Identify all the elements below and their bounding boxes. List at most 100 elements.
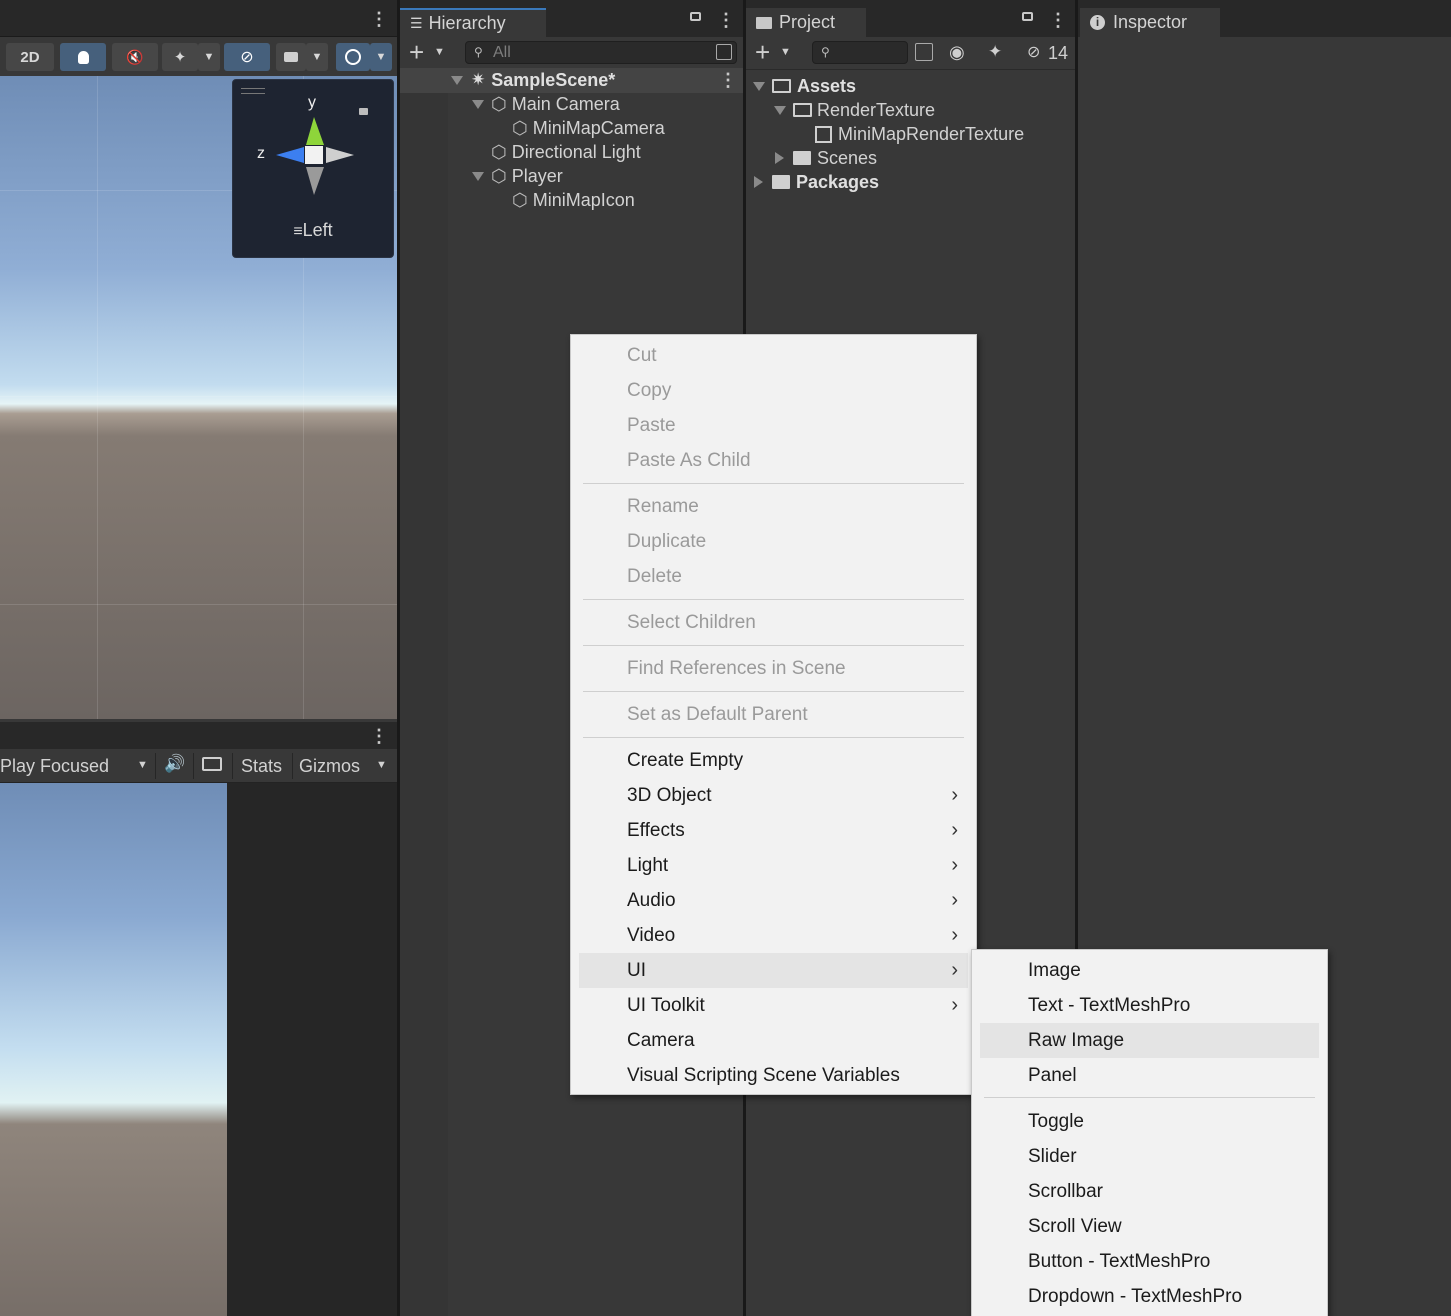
expand-arrow-icon[interactable] <box>472 171 484 181</box>
more-options-icon[interactable]: ⋮ <box>717 10 735 31</box>
expand-arrow-icon[interactable] <box>753 81 765 91</box>
unity-scene-icon: ✷ <box>471 70 486 89</box>
project-tree-item[interactable]: MiniMapRenderTexture <box>815 122 1024 146</box>
more-options-icon[interactable]: ⋮ <box>370 726 388 747</box>
collapse-arrow-icon[interactable] <box>754 176 763 188</box>
hidden-objects-toggle-button[interactable]: ⊘ <box>224 43 270 71</box>
hierarchy-item[interactable]: ⬡ MiniMapCamera <box>512 116 665 140</box>
expand-arrow-icon[interactable] <box>472 99 484 109</box>
project-tree-item[interactable]: Assets <box>753 74 856 98</box>
hierarchy-item[interactable]: ⬡ MiniMapIcon <box>512 188 635 212</box>
add-icon[interactable]: + <box>409 37 424 68</box>
2d-toggle-button[interactable]: 2D <box>6 43 54 71</box>
effects-dropdown-button[interactable]: ▼ <box>198 43 220 71</box>
menu-item-audio[interactable]: Audio › <box>579 883 968 918</box>
expand-arrow-icon[interactable] <box>774 105 786 115</box>
menu-item-paste[interactable]: Paste <box>579 408 968 443</box>
search-icon: ⚲ <box>474 45 483 59</box>
project-tree-item[interactable]: Scenes <box>775 146 877 170</box>
hierarchy-item[interactable]: ⬡ Directional Light <box>491 140 641 164</box>
menu-item-3d-object[interactable]: 3D Object › <box>579 778 968 813</box>
menu-item-ui-toolkit[interactable]: UI Toolkit › <box>579 988 968 1023</box>
toolbar-divider <box>193 753 194 779</box>
tab-hierarchy[interactable]: ☰ Hierarchy <box>400 8 546 37</box>
menu-item-button-textmeshpro[interactable]: Button - TextMeshPro <box>980 1244 1319 1279</box>
collapse-arrow-icon[interactable] <box>775 152 784 164</box>
menu-item-scrollbar[interactable]: Scrollbar <box>980 1174 1319 1209</box>
expand-arrow-icon[interactable] <box>451 75 463 85</box>
lock-icon[interactable] <box>359 108 368 115</box>
audio-toggle-button[interactable]: 🔇 <box>112 43 158 71</box>
menu-item-delete[interactable]: Delete <box>579 559 968 594</box>
hierarchy-search-input[interactable]: ⚲ All <box>465 41 737 64</box>
camera-settings-button[interactable] <box>276 43 306 71</box>
menu-item-copy[interactable]: Copy <box>579 373 968 408</box>
search-by-label-icon[interactable]: ✦ <box>988 42 1002 62</box>
submenu-arrow-icon: › <box>951 784 958 806</box>
play-mode-dropdown-arrow-icon[interactable]: ▼ <box>137 759 148 771</box>
hierarchy-item[interactable]: ⬡ Main Camera <box>472 92 620 116</box>
project-tree-item[interactable]: Packages <box>754 170 879 194</box>
stats-button[interactable]: Stats <box>241 756 282 777</box>
more-options-icon[interactable]: ⋮ <box>1049 10 1067 31</box>
menu-item-video[interactable]: Video › <box>579 918 968 953</box>
expand-search-icon[interactable] <box>716 44 732 60</box>
orientation-gizmo[interactable]: y z ≡Left <box>232 79 394 258</box>
effects-toggle-button[interactable]: ✦ <box>162 43 198 71</box>
submenu-arrow-icon: › <box>951 819 958 841</box>
menu-item-image[interactable]: Image <box>980 953 1319 988</box>
menu-item-camera[interactable]: Camera <box>579 1023 968 1058</box>
hierarchy-item[interactable]: ⬡ Player <box>472 164 563 188</box>
scene-row[interactable]: ✷ SampleScene* <box>451 68 615 92</box>
lighting-toggle-button[interactable] <box>60 43 106 71</box>
tab-project[interactable]: Project <box>746 8 866 37</box>
more-options-icon[interactable]: ⋮ <box>370 10 388 28</box>
menu-item-panel[interactable]: Panel <box>980 1058 1319 1093</box>
menu-item-light[interactable]: Light › <box>579 848 968 883</box>
add-icon[interactable]: + <box>755 37 770 68</box>
search-by-type-icon[interactable]: ◉ <box>949 42 965 63</box>
gizmo-view-label[interactable]: ≡Left <box>233 220 393 241</box>
menu-item-toggle[interactable]: Toggle <box>980 1104 1319 1139</box>
lock-icon[interactable] <box>690 12 701 21</box>
project-tree-item[interactable]: RenderTexture <box>774 98 935 122</box>
menu-item-dropdown-textmeshpro[interactable]: Dropdown - TextMeshPro <box>980 1279 1319 1314</box>
menu-item-text-textmeshpro[interactable]: Text - TextMeshPro <box>980 988 1319 1023</box>
menu-item-paste-as-child[interactable]: Paste As Child <box>579 443 968 478</box>
expand-search-icon[interactable] <box>915 43 933 61</box>
gizmos-dropdown-button[interactable]: ▼ <box>370 43 392 71</box>
menu-item-rename[interactable]: Rename <box>579 489 968 524</box>
axis-arrows-icon[interactable] <box>273 114 357 198</box>
drag-handle-icon[interactable] <box>241 88 265 94</box>
camera-dropdown-button[interactable]: ▼ <box>306 43 328 71</box>
tab-project-label: Project <box>779 12 836 32</box>
tab-inspector[interactable]: i Inspector <box>1080 8 1220 37</box>
toolbar-divider <box>232 753 233 779</box>
menu-item-effects[interactable]: Effects › <box>579 813 968 848</box>
scene-more-options-icon[interactable]: ⋮ <box>719 70 737 91</box>
add-dropdown-arrow-icon[interactable]: ▼ <box>780 46 791 58</box>
gizmos-toggle-button[interactable] <box>336 43 370 71</box>
keyboard-icon[interactable] <box>202 757 222 771</box>
game-viewport[interactable] <box>0 783 227 1316</box>
menu-item-set-default-parent[interactable]: Set as Default Parent <box>579 697 968 732</box>
project-search-input[interactable]: ⚲ <box>812 41 908 64</box>
add-dropdown-arrow-icon[interactable]: ▼ <box>434 46 445 58</box>
menu-item-duplicate[interactable]: Duplicate <box>579 524 968 559</box>
menu-item-raw-image[interactable]: Raw Image <box>980 1023 1319 1058</box>
menu-item-select-children[interactable]: Select Children <box>579 605 968 640</box>
hidden-packages-icon[interactable]: ⊘ <box>1027 42 1040 62</box>
play-mode-dropdown[interactable]: Play Focused <box>0 756 109 777</box>
menu-item-scroll-view[interactable]: Scroll View <box>980 1209 1319 1244</box>
project-tab-bar: Project ⋮ <box>746 0 1075 37</box>
lock-icon[interactable] <box>1022 12 1033 21</box>
menu-item-slider[interactable]: Slider <box>980 1139 1319 1174</box>
menu-item-create-empty[interactable]: Create Empty <box>579 743 968 778</box>
gizmos-dropdown-arrow-icon[interactable]: ▼ <box>376 759 387 771</box>
menu-item-cut[interactable]: Cut <box>579 338 968 373</box>
menu-item-ui[interactable]: UI › <box>579 953 968 988</box>
menu-item-visual-scripting-scene-variables[interactable]: Visual Scripting Scene Variables <box>579 1058 968 1093</box>
menu-item-find-references[interactable]: Find References in Scene <box>579 651 968 686</box>
gizmos-button[interactable]: Gizmos <box>299 756 360 777</box>
audio-icon[interactable]: 🔊 <box>164 754 185 774</box>
